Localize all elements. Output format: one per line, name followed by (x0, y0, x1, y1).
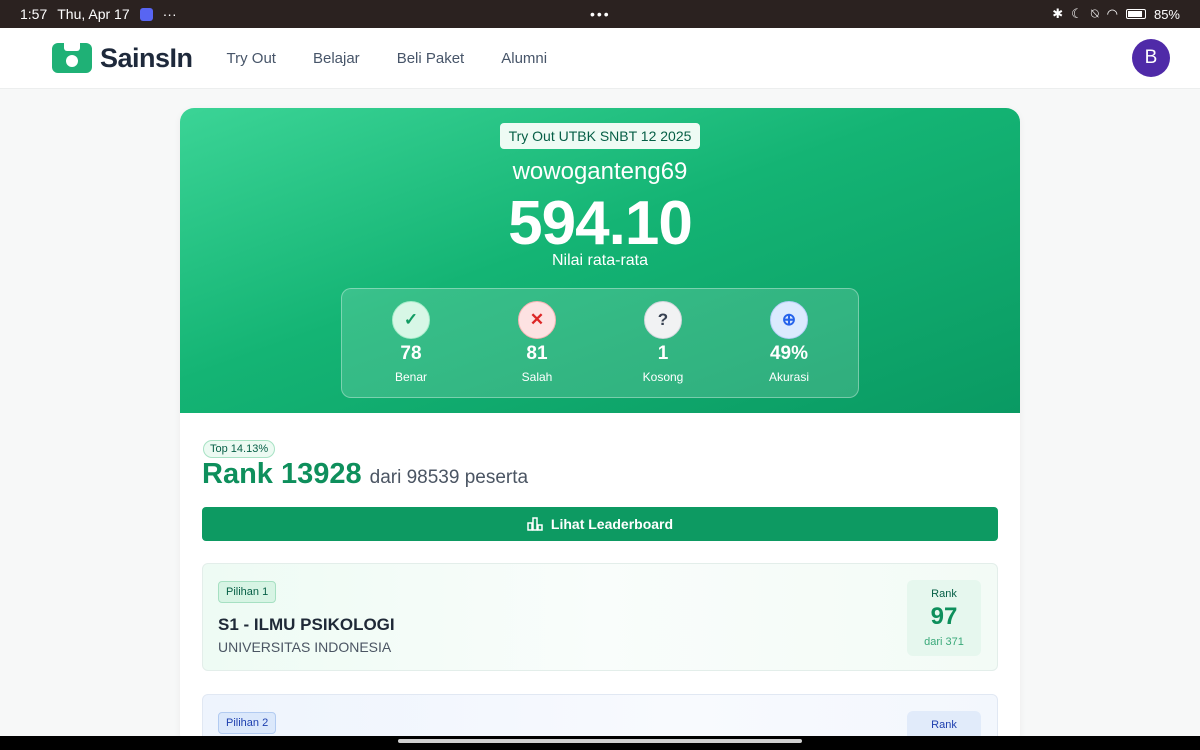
user-avatar[interactable]: B (1132, 39, 1170, 77)
brand-logo[interactable]: SainsIn (52, 43, 193, 74)
nav-link-belajar[interactable]: Belajar (313, 50, 360, 67)
logo-icon (52, 43, 92, 73)
choice-pill: Pilihan 2 (218, 712, 277, 734)
choice-rank-label: Rank (931, 719, 957, 731)
university-name: UNIVERSITAS INDONESIA (218, 639, 392, 655)
wifi-icon: ◠ (1106, 6, 1118, 21)
username: wowoganteng69 (512, 158, 688, 185)
result-card: Try Out UTBK SNBT 12 2025 wowoganteng69 … (180, 108, 1020, 748)
battery-icon (1125, 9, 1146, 19)
nav-link-beli-paket[interactable]: Beli Paket (397, 50, 465, 67)
nav-link-try-out[interactable]: Try Out (227, 50, 276, 67)
home-gesture-handle[interactable] (398, 739, 802, 743)
date: Thu, Apr 17 (57, 6, 130, 22)
bluetooth-icon: ✱ (1052, 6, 1064, 21)
choice-rank-label: Rank (931, 588, 957, 600)
stat-salah: ✕ 81 Salah (474, 289, 600, 397)
score-label: Nilai rata-rata (551, 252, 649, 269)
stat-benar: ✓ 78 Benar (348, 289, 474, 397)
top-navigation: SainsIn Try Out Belajar Beli Paket Alumn… (0, 28, 1200, 89)
rank-summary: Rank 13928 dari 98539 peserta (202, 458, 528, 491)
choice-rank-box: Rank 97 dari 371 (907, 580, 981, 656)
stat-label: Kosong (642, 370, 684, 384)
stat-value: 78 (400, 343, 422, 364)
rank-number: Rank 13928 (202, 458, 362, 490)
stat-akurasi: ⊕ 49% Akurasi (726, 289, 852, 397)
x-icon: ✕ (518, 301, 556, 339)
window-handle-dots[interactable]: ••• (590, 6, 611, 22)
participant-count: dari 98539 peserta (369, 467, 529, 488)
mute-icon: ⍉ (1090, 6, 1099, 21)
stats-panel: ✓ 78 Benar ✕ 81 Salah ? 1 Kosong ⊕ 49% A… (341, 288, 859, 398)
stat-label: Benar (394, 370, 428, 384)
choice-card-1[interactable]: Pilihan 1 S1 - ILMU PSIKOLOGI UNIVERSITA… (202, 563, 998, 671)
discord-icon (139, 7, 153, 21)
leaderboard-button-label: Lihat Leaderboard (550, 516, 674, 532)
top-percent-badge: Top 14.13% (203, 440, 276, 458)
stat-value: 1 (657, 343, 669, 364)
choice-pill: Pilihan 1 (218, 581, 277, 603)
more-notifications-icon: ··· (162, 6, 177, 22)
stat-kosong: ? 1 Kosong (600, 289, 726, 397)
brand-name: SainsIn (100, 42, 193, 73)
target-icon: ⊕ (770, 301, 808, 339)
stat-value: 81 (526, 343, 548, 364)
stat-label: Salah (521, 370, 553, 384)
stat-value: 49% (769, 343, 809, 364)
system-status-bar: 1:57 Thu, Apr 17 ··· ••• ✱ ☾ ⍉ ◠ 85% (0, 0, 1200, 28)
stat-label: Akurasi (768, 370, 809, 384)
nav-link-alumni[interactable]: Alumni (501, 50, 547, 67)
bar-chart-icon (527, 517, 543, 531)
choice-rank-value: 97 (930, 603, 958, 630)
system-navigation-bar (0, 736, 1200, 750)
battery-percent: 85% (1153, 6, 1180, 22)
question-icon: ? (644, 301, 682, 339)
clock: 1:57 (20, 6, 48, 22)
moon-icon: ☾ (1071, 6, 1083, 21)
average-score: 594.10 (508, 189, 693, 258)
choice-rank-of: dari 371 (924, 636, 964, 648)
check-icon: ✓ (392, 301, 430, 339)
score-hero: Try Out UTBK SNBT 12 2025 wowoganteng69 … (180, 108, 1020, 413)
leaderboard-button[interactable]: Lihat Leaderboard (202, 507, 998, 541)
exam-badge: Try Out UTBK SNBT 12 2025 (500, 123, 700, 149)
program-name: S1 - ILMU PSIKOLOGI (218, 615, 395, 634)
